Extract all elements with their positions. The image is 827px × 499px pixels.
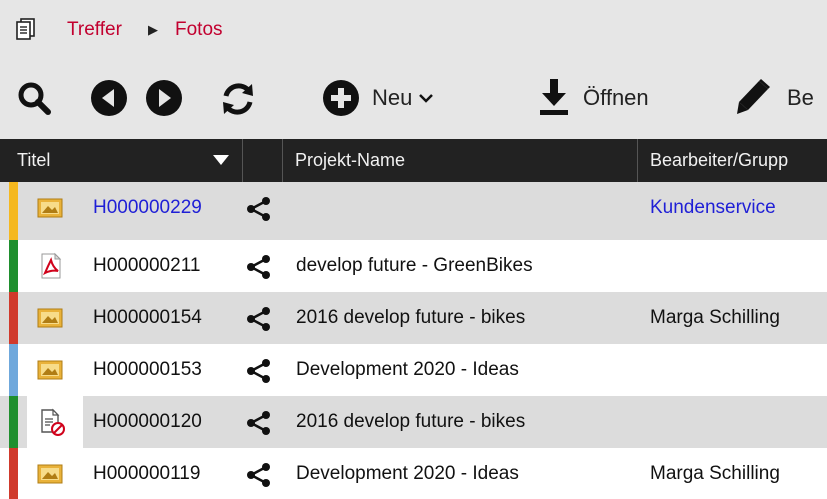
column-divider[interactable]	[282, 139, 283, 182]
share-icon[interactable]	[246, 358, 272, 384]
app-window: Treffer ▶ Fotos Neu Öffnen Be Titel Proj…	[0, 0, 827, 499]
column-header-titel[interactable]: Titel	[17, 139, 50, 182]
image-icon	[37, 308, 63, 328]
column-header-projekt-name[interactable]: Projekt-Name	[295, 139, 405, 182]
edit-button[interactable]: Be	[787, 85, 814, 111]
documents-icon[interactable]	[14, 17, 38, 41]
add-icon[interactable]	[322, 79, 360, 117]
row-project: Development 2020 - Ideas	[296, 359, 519, 380]
pencil-icon[interactable]	[735, 77, 771, 117]
row-id[interactable]: H000000229	[93, 196, 202, 220]
table-row[interactable]: H000000154 2016 develop future - bikes M…	[0, 292, 827, 344]
row-project: Development 2020 - Ideas	[296, 463, 519, 484]
status-stripe	[9, 240, 18, 292]
status-stripe	[9, 292, 18, 344]
share-icon[interactable]	[246, 196, 272, 222]
status-stripe	[9, 396, 18, 448]
column-divider[interactable]	[637, 139, 638, 182]
download-icon[interactable]	[537, 77, 571, 117]
table-row[interactable]: H000000153 Development 2020 - Ideas	[0, 344, 827, 396]
table-row[interactable]: H000000211 develop future - GreenBikes	[0, 240, 827, 292]
status-stripe	[9, 182, 18, 240]
search-icon[interactable]	[16, 80, 52, 116]
table-row[interactable]: H000000119 Development 2020 - Ideas Marg…	[0, 448, 827, 499]
status-stripe	[9, 344, 18, 396]
row-project: 2016 develop future - bikes	[296, 307, 526, 328]
blocked-doc-icon	[41, 408, 65, 436]
share-icon[interactable]	[246, 410, 272, 436]
row-editor: Marga Schilling	[650, 307, 780, 328]
grid-header: Titel Projekt-Name Bearbeiter/Grupp	[0, 139, 827, 182]
image-icon	[37, 360, 63, 380]
image-icon	[37, 198, 63, 218]
refresh-icon[interactable]	[218, 79, 258, 119]
pdf-icon	[41, 252, 62, 279]
breadcrumb-item-fotos[interactable]: Fotos	[175, 19, 223, 41]
table-row[interactable]: H000000120 2016 develop future - bikes	[0, 396, 827, 448]
status-stripe	[9, 448, 18, 499]
breadcrumb-separator: ▶	[148, 22, 158, 37]
column-divider[interactable]	[242, 139, 243, 182]
row-id[interactable]: H000000211	[93, 254, 200, 278]
toolbar: Neu Öffnen Be	[0, 55, 827, 139]
new-button[interactable]: Neu	[372, 85, 412, 111]
back-icon[interactable]	[90, 79, 128, 117]
row-id[interactable]: H000000153	[93, 358, 202, 382]
breadcrumb-item-treffer[interactable]: Treffer	[67, 19, 122, 41]
row-editor[interactable]: Kundenservice	[650, 196, 776, 220]
column-header-bearbeiter[interactable]: Bearbeiter/Grupp	[650, 139, 788, 182]
breadcrumb: Treffer ▶ Fotos	[0, 0, 827, 55]
image-icon	[37, 464, 63, 484]
share-icon[interactable]	[246, 306, 272, 332]
forward-icon[interactable]	[145, 79, 183, 117]
sort-arrow-icon[interactable]	[212, 154, 230, 166]
chevron-down-icon[interactable]	[418, 92, 434, 104]
row-project: 2016 develop future - bikes	[296, 411, 526, 432]
row-project: develop future - GreenBikes	[296, 255, 533, 276]
row-editor: Marga Schilling	[650, 463, 780, 484]
open-button[interactable]: Öffnen	[583, 85, 649, 111]
row-id[interactable]: H000000119	[93, 462, 200, 486]
table-row[interactable]: H000000229 Kundenservice	[0, 182, 827, 240]
row-id[interactable]: H000000120	[93, 410, 202, 434]
row-id[interactable]: H000000154	[93, 306, 202, 330]
share-icon[interactable]	[246, 462, 272, 488]
share-icon[interactable]	[246, 254, 272, 280]
